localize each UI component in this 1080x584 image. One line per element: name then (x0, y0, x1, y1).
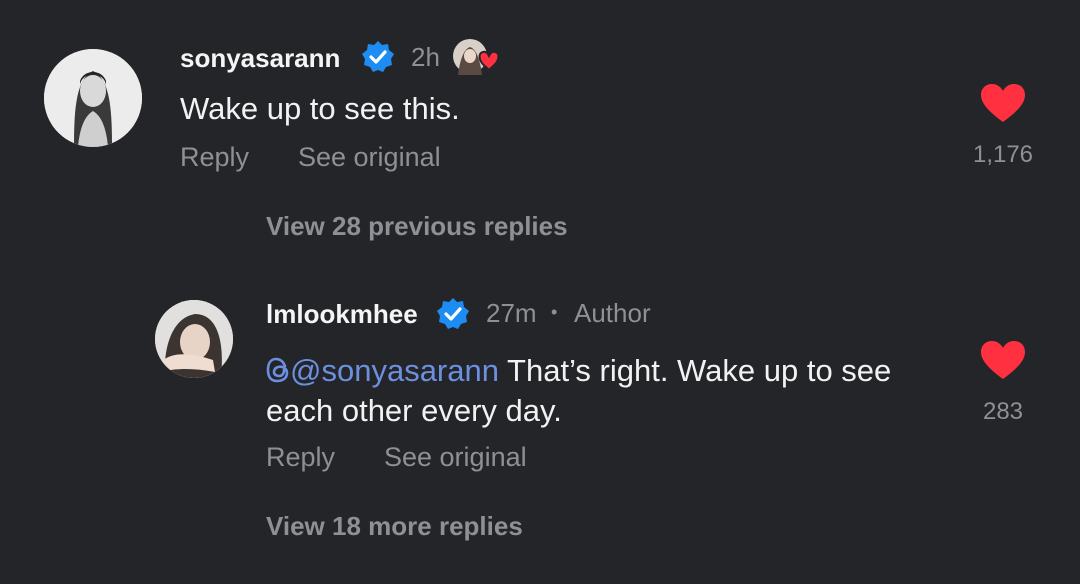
see-original-button[interactable]: See original (384, 442, 527, 473)
meta-separator: • (551, 302, 558, 322)
reply-button[interactable]: Reply (266, 442, 335, 473)
verified-badge-icon (361, 40, 395, 74)
comment-username[interactable]: sonyasarann (180, 43, 340, 74)
reply-button[interactable]: Reply (180, 142, 249, 173)
see-original-button[interactable]: See original (298, 142, 441, 173)
verified-badge-icon (436, 297, 470, 331)
reply-text-line1: That’s right. Wake up to see (507, 353, 892, 388)
reply-time: 27m (486, 298, 537, 328)
author-label: Author (574, 298, 651, 328)
threads-icon (266, 355, 292, 392)
avatar[interactable] (155, 300, 233, 378)
reply-text-line2: each other every day. (266, 393, 562, 428)
comment-time: 2h (411, 42, 440, 72)
reply-username[interactable]: lmlookmhee (266, 299, 418, 330)
mention-link[interactable]: @sonyasarann (290, 353, 499, 388)
liked-by-author-icon (452, 37, 506, 75)
comment-text: Wake up to see this. (180, 91, 460, 126)
like-count: 283 (982, 398, 1024, 425)
view-more-replies-link[interactable]: View 18 more replies (266, 511, 523, 542)
avatar[interactable] (44, 49, 142, 147)
like-heart-icon[interactable] (980, 340, 1026, 385)
like-heart-icon[interactable] (980, 83, 1026, 128)
reply-text: @sonyasarann That’s right. Wake up to se… (266, 352, 946, 429)
view-previous-replies-link[interactable]: View 28 previous replies (266, 211, 568, 242)
like-count: 1,176 (972, 141, 1034, 168)
